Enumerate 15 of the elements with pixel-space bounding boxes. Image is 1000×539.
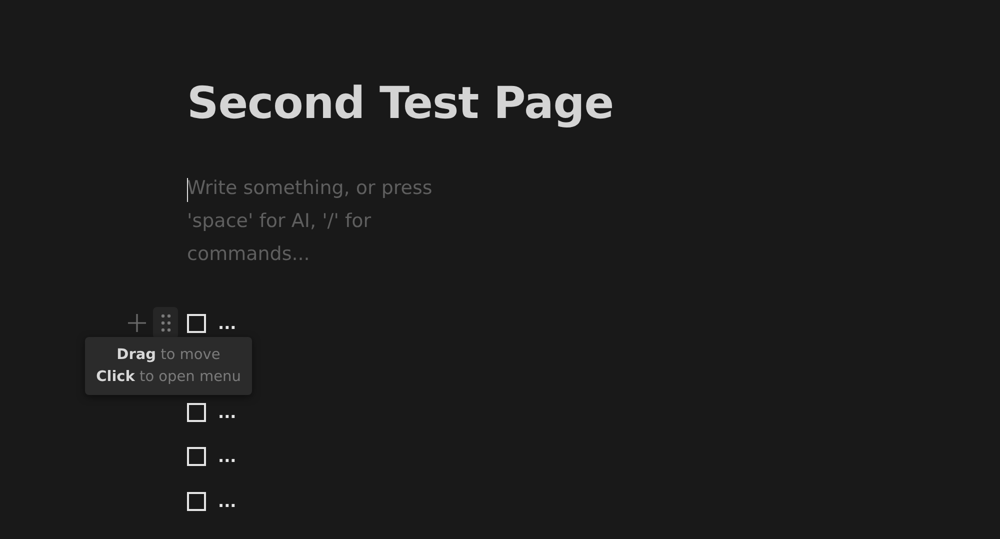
checkbox[interactable] bbox=[187, 447, 206, 466]
checkbox[interactable] bbox=[187, 402, 206, 422]
checkbox[interactable] bbox=[187, 314, 206, 333]
page-title: Second Test Page bbox=[187, 77, 615, 131]
todo-text: ... bbox=[218, 492, 236, 511]
drag-handle[interactable] bbox=[153, 307, 178, 339]
add-block-icon[interactable] bbox=[127, 313, 147, 333]
todo-text: ... bbox=[218, 314, 236, 333]
tooltip-text: Drag to move bbox=[116, 346, 220, 365]
text-cursor bbox=[187, 178, 188, 202]
todo-text: ... bbox=[218, 447, 236, 466]
tooltip-text: Click to open menu bbox=[96, 368, 241, 387]
checkbox[interactable] bbox=[187, 492, 206, 511]
todo-text: ... bbox=[218, 402, 236, 422]
text-placeholder[interactable]: Write something, or press 'space' for AI, '/' for commands... bbox=[187, 172, 457, 271]
